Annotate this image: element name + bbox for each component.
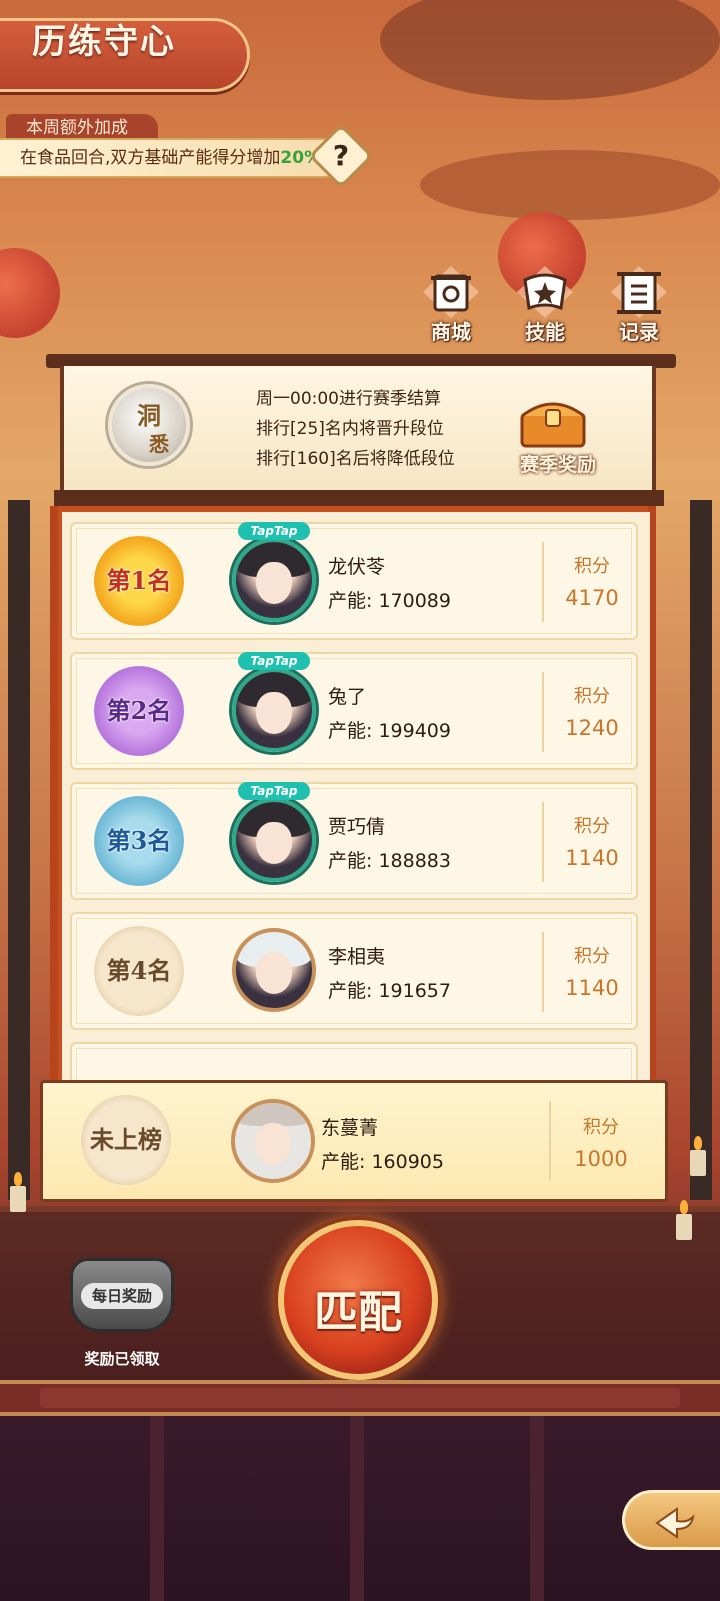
page-title: 历练守心 — [32, 22, 176, 62]
season-settle-time: 周一00:00进行赛季结算 — [256, 389, 441, 409]
ranking-list[interactable]: 第1名 TapTap 龙伏苓 产能: 170089 积分 4170 第2名 Ta… — [62, 512, 650, 1082]
avatar[interactable] — [232, 538, 316, 622]
help-button[interactable]: ? — [308, 123, 374, 189]
season-reward-chest-icon[interactable] — [518, 392, 588, 448]
skill-button[interactable]: 技能 — [505, 264, 585, 346]
skill-icon — [513, 264, 577, 320]
tier-medal: 洞 悉 — [108, 384, 190, 466]
score-value: 4170 — [565, 586, 619, 610]
candle-right-small — [676, 1200, 692, 1240]
player-production: 产能: 199409 — [328, 720, 451, 742]
score-label: 积分 — [574, 686, 610, 707]
record-button[interactable]: 记录 — [599, 264, 679, 346]
question-icon: ? — [332, 139, 350, 172]
daily-reward-status: 奖励已领取 — [84, 1350, 160, 1368]
shop-icon — [419, 264, 483, 320]
weekly-bonus-bar: 在食品回合,双方基础产能得分增加20% — [0, 138, 345, 178]
shop-label: 商城 — [431, 320, 471, 344]
ranking-row-partial[interactable] — [70, 1042, 638, 1082]
rank-badge: 第3名 — [94, 796, 184, 886]
candle-right — [690, 1136, 706, 1176]
season-promote-rule: 排行[25]名内将晋升段位 — [256, 419, 444, 439]
avatar[interactable] — [232, 798, 316, 882]
daily-reward-pot-icon: 每日奖励 — [70, 1258, 174, 1332]
background-cloud — [380, 0, 720, 100]
background-lantern — [0, 248, 60, 338]
player-production: 产能: 191657 — [328, 980, 451, 1002]
player-name: 兔了 — [328, 686, 367, 708]
back-arrow-icon — [655, 1507, 695, 1539]
score-label: 积分 — [574, 946, 610, 967]
daily-reward-pot-label: 每日奖励 — [81, 1283, 163, 1309]
ranking-row[interactable]: 第2名 TapTap 兔了 产能: 199409 积分 1240 — [70, 652, 638, 770]
row-divider — [542, 672, 544, 752]
shop-button[interactable]: 商城 — [411, 264, 491, 346]
taptap-badge: TapTap — [238, 782, 310, 800]
season-panel-base — [54, 490, 664, 506]
taptap-badge: TapTap — [238, 522, 310, 540]
background-cloud — [420, 150, 720, 220]
avatar[interactable] — [232, 668, 316, 752]
season-reward-label[interactable]: 赛季奖励 — [508, 450, 608, 477]
rank-badge: 第4名 — [94, 926, 184, 1016]
match-button-label: 匹配 — [314, 1287, 402, 1338]
score-label: 积分 — [574, 816, 610, 837]
player-production: 产能: 170089 — [328, 590, 451, 612]
candle-left — [10, 1172, 26, 1212]
weekly-bonus-text: 在食品回合,双方基础产能得分增加 — [20, 148, 281, 168]
my-rank-badge: 未上榜 — [81, 1095, 171, 1185]
score-value: 1140 — [565, 976, 619, 1000]
back-button[interactable] — [622, 1490, 720, 1550]
right-pillar — [690, 500, 712, 1200]
taptap-badge: TapTap — [238, 652, 310, 670]
row-divider — [542, 802, 544, 882]
player-name: 李相夷 — [328, 946, 386, 968]
tier-name-bottom: 悉 — [149, 432, 169, 456]
my-score-value: 1000 — [574, 1147, 628, 1171]
row-divider — [549, 1101, 551, 1181]
tier-name-top: 洞 — [137, 401, 161, 430]
my-score-label: 积分 — [583, 1117, 619, 1138]
my-avatar[interactable] — [231, 1099, 315, 1183]
player-name: 龙伏苓 — [328, 556, 386, 578]
record-icon — [607, 264, 671, 320]
ranking-row[interactable]: 第4名 李相夷 产能: 191657 积分 1140 — [70, 912, 638, 1030]
my-ranking-row: 未上榜 东蔓菁 产能: 160905 积分 1000 — [40, 1080, 668, 1202]
score-label: 积分 — [574, 556, 610, 577]
row-divider — [542, 542, 544, 622]
rank-badge: 第2名 — [94, 666, 184, 756]
score-value: 1140 — [565, 846, 619, 870]
rank-badge: 第1名 — [94, 536, 184, 626]
avatar[interactable] — [232, 928, 316, 1012]
season-demote-rule: 排行[160]名后将降低段位 — [256, 449, 455, 469]
score-value: 1240 — [565, 716, 619, 740]
match-button[interactable]: 匹配 — [278, 1220, 438, 1380]
skill-label: 技能 — [525, 320, 565, 344]
my-production: 产能: 160905 — [321, 1151, 444, 1173]
player-name: 贾巧倩 — [328, 816, 386, 838]
player-production: 产能: 188883 — [328, 850, 451, 872]
lower-hall — [0, 1416, 720, 1601]
ranking-row[interactable]: 第3名 TapTap 贾巧倩 产能: 188883 积分 1140 — [70, 782, 638, 900]
ranking-row[interactable]: 第1名 TapTap 龙伏苓 产能: 170089 积分 4170 — [70, 522, 638, 640]
row-divider — [542, 932, 544, 1012]
stage-rail — [0, 1380, 720, 1416]
left-pillar — [8, 500, 30, 1200]
record-label: 记录 — [619, 320, 659, 344]
my-name: 东蔓菁 — [321, 1117, 379, 1139]
daily-reward-button[interactable]: 每日奖励 — [64, 1232, 180, 1342]
